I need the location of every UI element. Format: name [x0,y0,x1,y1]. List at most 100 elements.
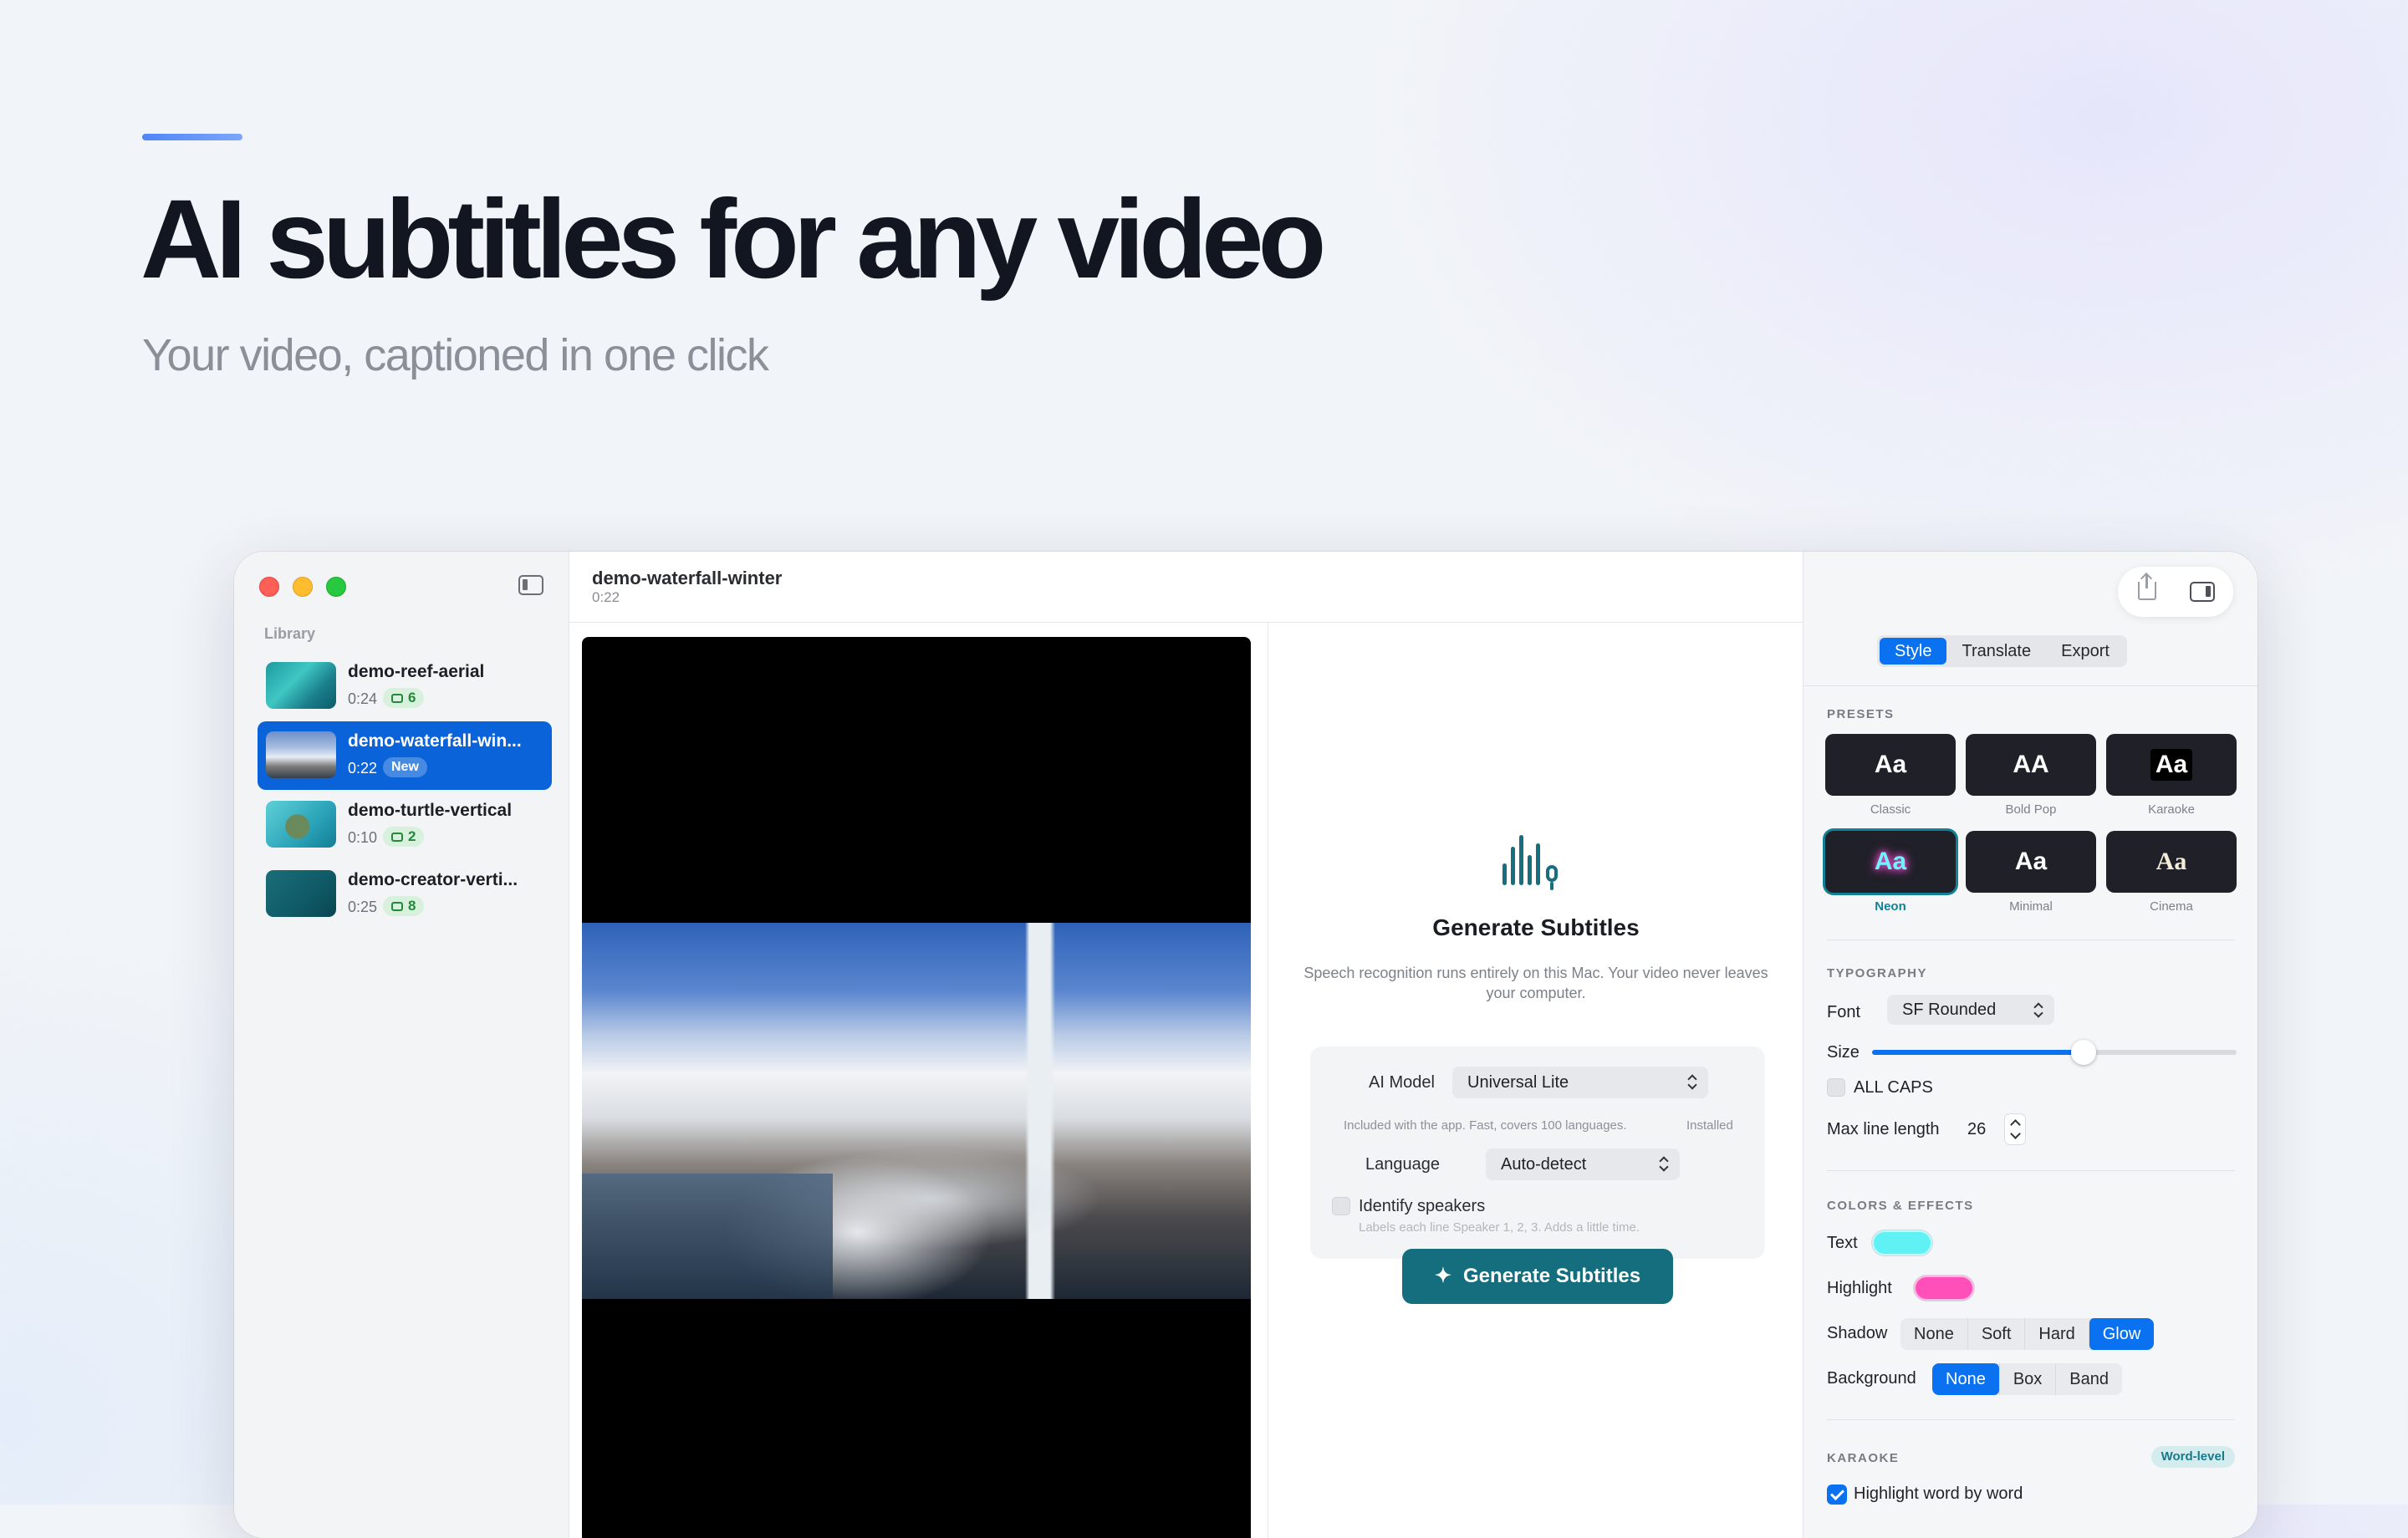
library-item-duration: 0:24 [348,690,378,707]
library-item-duration: 0:25 [348,899,378,915]
inspector-tabs: Style Translate Export [1877,635,2127,667]
preset-label: Classic [1870,802,1911,817]
shadow-hard-option[interactable]: Hard [2024,1318,2088,1350]
presets-section-label: PRESETS [1827,707,1895,721]
video-preview[interactable] [582,637,1251,1538]
library-item-selected[interactable]: demo-waterfall-win... 0:22 New [258,721,552,790]
inspector-panel: Style Translate Export PRESETS Aa Classi… [1803,552,2258,1538]
tabs-divider [1803,685,2258,686]
zoom-window-button[interactable] [326,577,346,597]
video-thumbnail [266,870,336,917]
shadow-options: None Soft Hard Glow [1900,1318,2155,1350]
library-item[interactable]: demo-turtle-vertical 0:10 2 [258,791,552,859]
max-line-length-stepper[interactable] [2004,1113,2026,1145]
library-item-name: demo-reef-aerial [348,662,485,681]
all-caps-checkbox[interactable] [1827,1078,1845,1097]
all-caps-label: ALL CAPS [1854,1078,1933,1097]
library-item-duration: 0:10 [348,829,378,846]
library-item[interactable]: demo-creator-verti... 0:25 8 [258,860,552,929]
shadow-none-option[interactable]: None [1900,1318,1967,1350]
minimize-window-button[interactable] [293,577,313,597]
library-item-duration: 0:22 [348,760,378,777]
background-label: Background [1827,1369,1916,1388]
highlight-color-swatch[interactable] [1914,1276,1974,1301]
share-icon[interactable] [2138,575,2156,600]
typography-section-label: TYPOGRAPHY [1827,966,1928,980]
subtitle-badge-icon [391,693,403,703]
video-frame [582,923,1251,1299]
identify-speakers-checkbox[interactable] [1332,1197,1350,1215]
shadow-soft-option[interactable]: Soft [1967,1318,2025,1350]
preset-neon[interactable]: Aa [1825,831,1956,893]
sidebar-toggle-icon[interactable] [518,575,543,595]
generate-title: Generate Subtitles [1432,914,1640,940]
size-slider[interactable] [1872,1040,2237,1065]
toolbar-pill [2118,567,2233,617]
library-item-name: demo-creator-verti... [348,870,518,889]
tab-translate[interactable]: Translate [1946,638,2046,665]
subtitle-count-badge: 2 [383,827,425,847]
video-thumbnail [266,731,336,778]
close-window-button[interactable] [259,577,279,597]
video-frame-water [582,1174,833,1299]
preset-bold-pop[interactable]: AA [1966,734,2096,796]
identify-speakers-note: Labels each line Speaker 1, 2, 3. Adds a… [1359,1220,1640,1235]
shadow-label: Shadow [1827,1324,1888,1342]
size-slider-knob[interactable] [2070,1040,2096,1065]
karaoke-section-label: KARAOKE [1827,1451,1900,1465]
tab-style[interactable]: Style [1880,638,1947,665]
library-list: demo-reef-aerial 0:24 6 demo-waterfall-w… [258,652,552,929]
preset-label: Minimal [2009,899,2053,914]
preset-classic[interactable]: Aa [1825,734,1956,796]
font-select[interactable]: SF Rounded [1887,995,2054,1025]
ai-model-select[interactable]: Universal Lite [1452,1067,1708,1098]
library-item-name: demo-turtle-vertical [348,801,513,820]
document-title: demo-waterfall-winter [592,568,783,588]
word-level-badge: Word-level [2150,1446,2235,1468]
preset-minimal[interactable]: Aa [1966,831,2096,893]
preset-label: Cinema [2150,899,2193,914]
tab-export[interactable]: Export [2046,638,2125,665]
model-settings-box: AI Model Universal Lite Included with th… [1310,1047,1765,1259]
chevron-updown-icon [1688,1076,1696,1089]
generate-subtitles-button[interactable]: ✦ Generate Subtitles [1402,1249,1673,1304]
text-color-label: Text [1827,1234,1858,1252]
new-badge: New [383,757,427,777]
colors-effects-section-label: COLORS & EFFECTS [1827,1199,1974,1213]
font-label: Font [1827,1003,1861,1021]
hero-accent-line [142,134,242,140]
ai-model-label: AI Model [1369,1073,1435,1092]
shadow-glow-option[interactable]: Glow [2088,1318,2155,1350]
background-band-option[interactable]: Band [2055,1363,2122,1395]
hero-title: AI subtitles for any video [140,177,1326,302]
background-options: None Box Band [1932,1363,2122,1395]
inspector-panel-icon[interactable] [2190,582,2215,602]
app-window: Library demo-reef-aerial 0:24 6 demo-wat… [234,552,2258,1538]
library-item-name: demo-waterfall-win... [348,731,522,751]
background-none-option[interactable]: None [1932,1363,1999,1395]
chevron-updown-icon [1660,1158,1668,1171]
background-box-option[interactable]: Box [1998,1363,2055,1395]
video-thumbnail [266,801,336,848]
language-select[interactable]: Auto-detect [1486,1148,1680,1180]
waveform-mic-icon [1502,835,1569,894]
text-color-swatch[interactable] [1872,1230,1932,1255]
library-item[interactable]: demo-reef-aerial 0:24 6 [258,652,552,721]
preset-cinema[interactable]: Aa [2106,831,2237,893]
language-label: Language [1365,1155,1440,1174]
subtitle-count-badge: 6 [383,688,425,708]
sparkle-icon: ✦ [1434,1265,1452,1287]
section-divider [1827,1419,2235,1420]
subtitle-badge-icon [391,901,403,911]
chevron-updown-icon [2034,1004,2043,1017]
generate-description: Speech recognition runs entirely on this… [1303,965,1768,1001]
preset-karaoke[interactable]: Aa [2106,734,2237,796]
preset-label: Karaoke [2148,802,2195,817]
window-controls [259,577,346,597]
model-note: Included with the app. Fast, covers 100 … [1344,1118,1627,1133]
size-label: Size [1827,1043,1860,1062]
highlight-color-label: Highlight [1827,1279,1892,1297]
identify-speakers-label: Identify speakers [1359,1197,1486,1215]
highlight-word-checkbox[interactable] [1827,1485,1847,1505]
max-line-length-value: 26 [1967,1120,1987,1138]
